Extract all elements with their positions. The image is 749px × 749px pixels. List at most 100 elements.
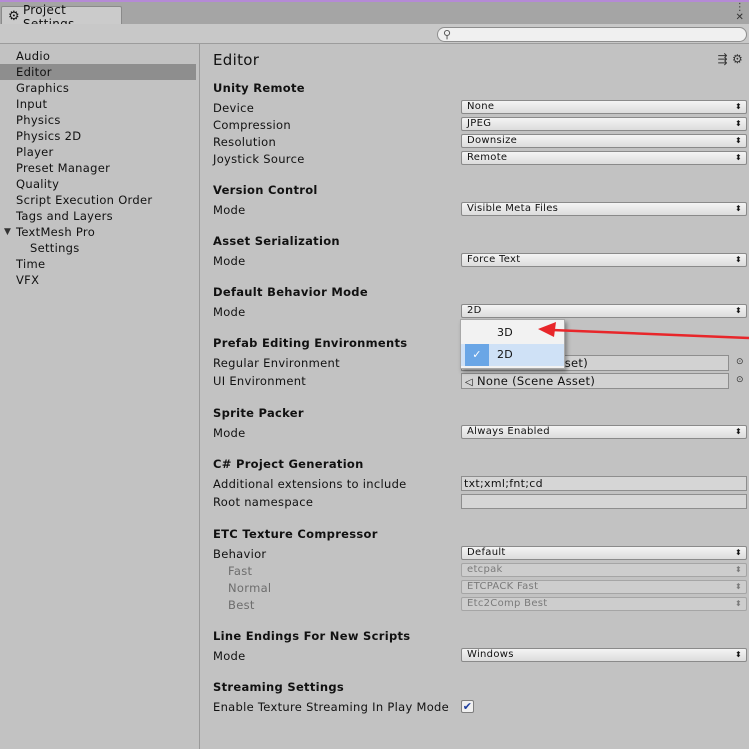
annotation-arrow — [538, 322, 749, 340]
sidebar-item-time[interactable]: Time — [0, 256, 196, 272]
dropdown-arrow-icon: ⬍ — [734, 650, 742, 659]
sidebar-item-audio[interactable]: Audio — [0, 48, 196, 64]
dropdown-value: etcpak — [467, 564, 503, 575]
dropdown-value: 2D — [467, 305, 482, 316]
ui-env-field[interactable]: ◁ None (Scene Asset) — [461, 373, 729, 389]
settings-gear-icon[interactable]: ⚙ — [732, 52, 743, 66]
dropdown-value: Visible Meta Files — [467, 203, 559, 214]
expand-triangle-icon[interactable]: ▼ — [4, 224, 11, 240]
sidebar-item-label: Player — [16, 145, 54, 159]
search-field[interactable]: ⚲ — [437, 27, 747, 42]
behavior-dropdown[interactable]: Default ⬍ — [461, 546, 747, 560]
normal-dropdown: ETCPACK Fast ⬍ — [461, 580, 747, 594]
dropdown-value: JPEG — [467, 118, 492, 129]
ui-env-label: UI Environment — [213, 374, 307, 388]
db-mode-dropdown[interactable]: 2D ⬍ — [461, 304, 747, 318]
dropdown-arrow-icon: ⬍ — [734, 565, 742, 574]
sidebar-item-label: Graphics — [16, 81, 70, 95]
option-label: 3D — [497, 326, 514, 339]
le-mode-label: Mode — [213, 649, 246, 663]
sidebar-item-label: VFX — [16, 273, 40, 287]
preset-icon[interactable]: ⇶ — [717, 52, 727, 66]
sidebar-item-player[interactable]: Player — [0, 144, 196, 160]
texture-streaming-label: Enable Texture Streaming In Play Mode — [213, 700, 450, 714]
sidebar-item-textmesh-pro[interactable]: ▼ TextMesh Pro — [0, 224, 196, 240]
sidebar-item-editor[interactable]: Editor — [0, 64, 196, 80]
toolbar: ⚲ — [0, 24, 749, 44]
best-label: Best — [228, 598, 255, 612]
behavior-label: Behavior — [213, 547, 267, 561]
sp-mode-dropdown[interactable]: Always Enabled ⬍ — [461, 425, 747, 439]
sidebar-item-vfx[interactable]: VFX — [0, 272, 196, 288]
dropdown-arrow-icon: ⬍ — [734, 548, 742, 557]
sidebar-item-label: Audio — [16, 49, 51, 63]
section-header-streaming: Streaming Settings — [213, 680, 345, 694]
window-controls: ⋮ ✕ — [735, 3, 745, 23]
section-header-csharp: C# Project Generation — [213, 457, 364, 471]
joystick-source-dropdown[interactable]: Remote ⬍ — [461, 151, 747, 165]
sidebar-item-label: Time — [16, 257, 46, 271]
sidebar-item-label: Tags and Layers — [16, 209, 113, 223]
header-icons: ⇶ ⚙ — [717, 52, 743, 66]
sidebar-item-label: Physics 2D — [16, 129, 82, 143]
resolution-dropdown[interactable]: Downsize ⬍ — [461, 134, 747, 148]
section-header-default-behavior: Default Behavior Mode — [213, 285, 368, 299]
section-header-prefab-env: Prefab Editing Environments — [213, 336, 408, 350]
dropdown-arrow-icon: ⬍ — [734, 102, 742, 111]
sidebar-item-physics[interactable]: Physics — [0, 112, 196, 128]
sidebar-item-label: Quality — [16, 177, 60, 191]
sp-mode-label: Mode — [213, 426, 246, 440]
sidebar-item-tags-and-layers[interactable]: Tags and Layers — [0, 208, 196, 224]
texture-streaming-checkbox[interactable]: ✔ — [461, 700, 474, 713]
dropdown-value: Windows — [467, 649, 514, 660]
dropdown-value: Etc2Comp Best — [467, 598, 548, 609]
option-label: 2D — [497, 348, 514, 361]
vc-mode-label: Mode — [213, 203, 246, 217]
object-picker-icon[interactable]: ⊙ — [736, 357, 744, 367]
best-dropdown: Etc2Comp Best ⬍ — [461, 597, 747, 611]
sidebar-item-label: Script Execution Order — [16, 193, 153, 207]
dropdown-value: ETCPACK Fast — [467, 581, 539, 592]
dropdown-value: Force Text — [467, 254, 521, 265]
tab-project-settings[interactable]: ⚙ Project Settings — [1, 3, 122, 31]
sidebar-item-textmesh-settings[interactable]: Settings — [0, 240, 196, 256]
normal-label: Normal — [228, 581, 272, 595]
settings-panel: Editor ⇶ ⚙ Unity Remote Device None ⬍ Com… — [201, 44, 749, 749]
dropdown-value: Always Enabled — [467, 426, 550, 437]
sidebar-item-script-execution-order[interactable]: Script Execution Order — [0, 192, 196, 208]
as-mode-dropdown[interactable]: Force Text ⬍ — [461, 253, 747, 267]
dropdown-arrow-icon: ⬍ — [734, 427, 742, 436]
search-input[interactable] — [458, 29, 738, 42]
fast-label: Fast — [228, 564, 253, 578]
scene-asset-icon: ◁ — [465, 377, 473, 388]
vc-mode-dropdown[interactable]: Visible Meta Files ⬍ — [461, 202, 747, 216]
sidebar-item-physics-2d[interactable]: Physics 2D — [0, 128, 196, 144]
search-icon: ⚲ — [443, 28, 452, 41]
object-picker-icon[interactable]: ⊙ — [736, 375, 744, 385]
sidebar-item-quality[interactable]: Quality — [0, 176, 196, 192]
dropdown-value: Downsize — [467, 135, 518, 146]
sidebar-item-input[interactable]: Input — [0, 96, 196, 112]
section-header-sprite-packer: Sprite Packer — [213, 406, 304, 420]
title-bar: ⚙ Project Settings ⋮ ✕ — [0, 0, 749, 31]
joystick-source-label: Joystick Source — [213, 152, 305, 166]
as-mode-label: Mode — [213, 254, 246, 268]
close-icon[interactable]: ✕ — [735, 13, 745, 23]
section-header-asset-serialization: Asset Serialization — [213, 234, 340, 248]
extensions-input[interactable]: txt;xml;fnt;cd — [461, 476, 747, 491]
compression-label: Compression — [213, 118, 291, 132]
le-mode-dropdown[interactable]: Windows ⬍ — [461, 648, 747, 662]
dropdown-arrow-icon: ⬍ — [734, 582, 742, 591]
sidebar-item-label: Editor — [16, 65, 52, 79]
root-namespace-input[interactable] — [461, 494, 747, 509]
device-label: Device — [213, 101, 255, 115]
sidebar-item-graphics[interactable]: Graphics — [0, 80, 196, 96]
sidebar-item-preset-manager[interactable]: Preset Manager — [0, 160, 196, 176]
page-title: Editor — [213, 51, 260, 69]
regular-env-label: Regular Environment — [213, 356, 340, 370]
dropdown-arrow-icon: ⬍ — [734, 306, 742, 315]
device-dropdown[interactable]: None ⬍ — [461, 100, 747, 114]
object-field-value: None (Scene Asset) — [476, 374, 596, 388]
resolution-label: Resolution — [213, 135, 277, 149]
compression-dropdown[interactable]: JPEG ⬍ — [461, 117, 747, 131]
